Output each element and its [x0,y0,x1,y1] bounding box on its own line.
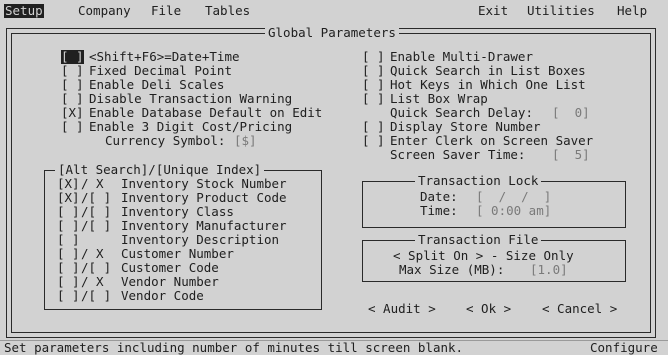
cancel-button[interactable]: < Cancel > [542,302,617,316]
screen-saver-time-label: Screen Saver Time: [390,147,526,162]
search-row-label: Customer Code [121,260,219,275]
audit-button[interactable]: < Audit > [368,302,436,316]
option-label-3-digit-cost: Enable 3 Digit Cost/Pricing [89,119,293,134]
menu-setup[interactable]: Setup [4,4,44,18]
search-row-label: Vendor Number [121,274,219,289]
checkbox-quick-search[interactable]: [ ] [362,64,385,78]
transaction-file-title: Transaction File [415,233,542,247]
checkbox-3-digit-cost[interactable]: [ ] [61,120,84,134]
search-row-label: Inventory Manufacturer [121,218,287,233]
checkbox-database-default[interactable]: [X] [61,106,84,120]
unique-index-check[interactable]: /[ ] [81,289,111,303]
alt-search-check[interactable]: [ ] [57,247,80,261]
menu-company[interactable]: Company [78,4,131,18]
search-row-label: Inventory Description [121,232,280,247]
unique-index-check[interactable]: /[ ] [81,191,111,205]
max-size-label: Max Size (MB): [399,262,505,277]
menu-utilities[interactable]: Utilities [527,4,595,18]
menu-tables[interactable]: Tables [205,4,250,18]
option-label-deli-scales: Enable Deli Scales [89,77,225,92]
alt-search-check[interactable]: [ ] [57,275,80,289]
menu-help[interactable]: Help [617,4,647,18]
max-size-field[interactable]: [1.0] [530,263,568,277]
checkbox-list-box-wrap[interactable]: [ ] [362,92,385,106]
screen-saver-time-field[interactable]: [ 5] [552,148,590,162]
checkbox-shift-f6[interactable]: [ ] [61,50,84,64]
checkbox-fixed-decimal[interactable]: [ ] [61,64,84,78]
dialog-title: Global Parameters [265,26,399,40]
option-label-disable-transaction-warning: Disable Transaction Warning [89,91,293,106]
option-label-shift-f6: <Shift+F6>=Date+Time [89,49,240,64]
unique-index-check[interactable]: / X [81,247,111,261]
alt-search-group-title: [Alt Search]/[Unique Index] [55,163,265,177]
checkbox-disable-transaction-warning[interactable]: [ ] [61,92,84,106]
option-label-hot-keys: Hot Keys in Which One List [390,77,586,92]
option-label-display-store-number: Display Store Number [390,119,541,134]
unique-index-check [81,233,111,247]
lock-date-field[interactable]: [ / / ] [476,190,551,204]
search-row-label: Vendor Code [121,288,204,303]
quick-search-delay-label: Quick Search Delay: [390,105,533,120]
checkbox-display-store-number[interactable]: [ ] [362,120,385,134]
checkbox-hot-keys[interactable]: [ ] [362,78,385,92]
status-right: Configure [590,340,658,355]
checkbox-deli-scales[interactable]: [ ] [61,78,84,92]
quick-search-delay-field[interactable]: [ 0] [552,106,590,120]
status-message: Set parameters including number of minut… [4,340,464,355]
option-label-database-default: Enable Database Default on Edit [89,105,323,120]
alt-search-check[interactable]: [ ] [57,219,80,233]
lock-time-field[interactable]: [ 0:00 am] [476,204,551,218]
lock-date-label: Date: [420,189,458,204]
currency-symbol-label: Currency Symbol: [105,133,226,148]
checkbox-multi-drawer[interactable]: [ ] [362,50,385,64]
option-label-enter-clerk: Enter Clerk on Screen Saver [390,133,594,148]
search-row-label: Inventory Product Code [121,190,287,205]
unique-index-check[interactable]: / X [81,177,111,191]
split-on-toggle[interactable]: < Split On > - Size Only [393,249,574,263]
menu-bar: Setup Company File Tables Exit Utilities… [0,0,668,22]
option-label-fixed-decimal: Fixed Decimal Point [89,63,232,78]
unique-index-check[interactable]: /[ ] [81,261,111,275]
unique-index-check[interactable]: / X [81,275,111,289]
alt-search-check[interactable]: [X] [57,177,80,191]
unique-index-check[interactable]: /[ ] [81,219,111,233]
option-label-list-box-wrap: List Box Wrap [390,91,488,106]
option-label-quick-search: Quick Search in List Boxes [390,63,586,78]
option-label-multi-drawer: Enable Multi-Drawer [390,49,533,64]
unique-index-check[interactable]: /[ ] [81,205,111,219]
transaction-lock-title: Transaction Lock [415,174,542,188]
ok-button[interactable]: < Ok > [466,302,511,316]
menu-file[interactable]: File [151,4,181,18]
search-row-label: Inventory Class [121,204,234,219]
search-row-label: Inventory Stock Number [121,176,287,191]
status-bar: Set parameters including number of minut… [0,340,668,355]
alt-search-check[interactable]: [X] [57,191,80,205]
dos-screen: Setup Company File Tables Exit Utilities… [0,0,668,355]
currency-symbol-field[interactable]: [$] [234,134,257,148]
menu-exit[interactable]: Exit [478,4,508,18]
search-row-label: Customer Number [121,246,234,261]
alt-search-check[interactable]: [ ] [57,205,80,219]
checkbox-enter-clerk[interactable]: [ ] [362,134,385,148]
alt-search-check[interactable]: [ ] [57,289,80,303]
alt-search-check[interactable]: [ ] [57,261,80,275]
lock-time-label: Time: [420,203,458,218]
alt-search-check[interactable]: [ ] [57,233,80,247]
